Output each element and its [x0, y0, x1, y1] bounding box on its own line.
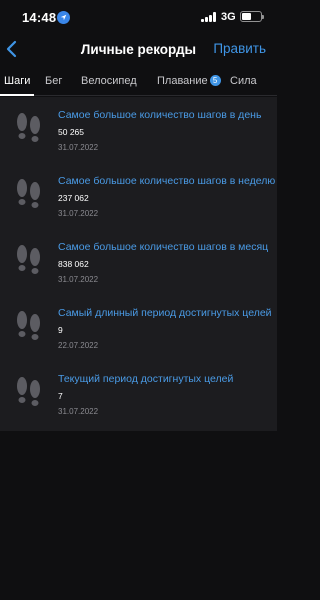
record-title: Самое большое количество шагов в неделю — [58, 175, 276, 187]
record-title: Самый длинный период достигнутых целей — [58, 307, 272, 319]
tab-running[interactable]: Бег — [45, 75, 62, 87]
tab-steps[interactable]: Шаги — [4, 75, 30, 87]
activity-tabs: Шаги Бег Велосипед Плавание 5 Сила — [0, 70, 277, 96]
tab-label: Велосипед — [81, 75, 137, 87]
count-badge: 5 — [209, 75, 221, 86]
record-value: 7 — [58, 391, 63, 401]
edit-button[interactable]: Править — [213, 41, 266, 56]
tab-label: Сила — [230, 75, 257, 87]
battery-icon — [240, 11, 264, 22]
footprints-icon — [17, 311, 40, 340]
network-type: 3G — [221, 11, 236, 23]
location-arrow-icon — [57, 11, 70, 24]
footprints-icon — [17, 377, 40, 406]
record-title: Самое большое количество шагов в месяц — [58, 241, 269, 253]
tab-label: Шаги — [4, 75, 31, 87]
record-value: 50 265 — [58, 127, 84, 137]
navigation-bar: Личные рекорды Править — [0, 36, 277, 64]
record-row[interactable]: Самый длинный период достигнутых целей 9… — [0, 295, 277, 361]
record-date: 31.07.2022 — [58, 275, 99, 284]
record-date: 31.07.2022 — [58, 209, 99, 218]
tab-cycling[interactable]: Велосипед — [81, 75, 137, 87]
record-row[interactable]: Самое большое количество шагов в день 50… — [0, 97, 277, 163]
record-title: Текущий период достигнутых целей — [58, 373, 234, 385]
record-date: 22.07.2022 — [58, 341, 99, 350]
tab-strength[interactable]: Сила — [230, 75, 257, 87]
footprints-icon — [17, 179, 40, 208]
record-row[interactable]: Самое большое количество шагов в месяц 8… — [0, 229, 277, 295]
footprints-icon — [17, 245, 40, 274]
tab-label: Бег — [45, 75, 63, 87]
tab-swimming[interactable]: Плавание 5 — [157, 75, 221, 87]
tab-label: Плавание — [157, 75, 208, 87]
record-title: Самое большое количество шагов в день — [58, 109, 262, 121]
record-row[interactable]: Самое большое количество шагов в неделю … — [0, 163, 277, 229]
footprints-icon — [17, 113, 40, 142]
record-date: 31.07.2022 — [58, 143, 99, 152]
record-value: 838 062 — [58, 259, 89, 269]
status-time: 14:48 — [22, 10, 57, 25]
record-row[interactable]: Текущий период достигнутых целей 7 31.07… — [0, 361, 277, 427]
records-list: Самое большое количество шагов в день 50… — [0, 97, 277, 431]
active-tab-indicator — [0, 94, 34, 96]
record-value: 237 062 — [58, 193, 89, 203]
record-value: 9 — [58, 325, 63, 335]
signal-bars-icon — [201, 12, 217, 22]
status-bar: 14:48 3G — [0, 0, 277, 34]
record-date: 31.07.2022 — [58, 407, 99, 416]
